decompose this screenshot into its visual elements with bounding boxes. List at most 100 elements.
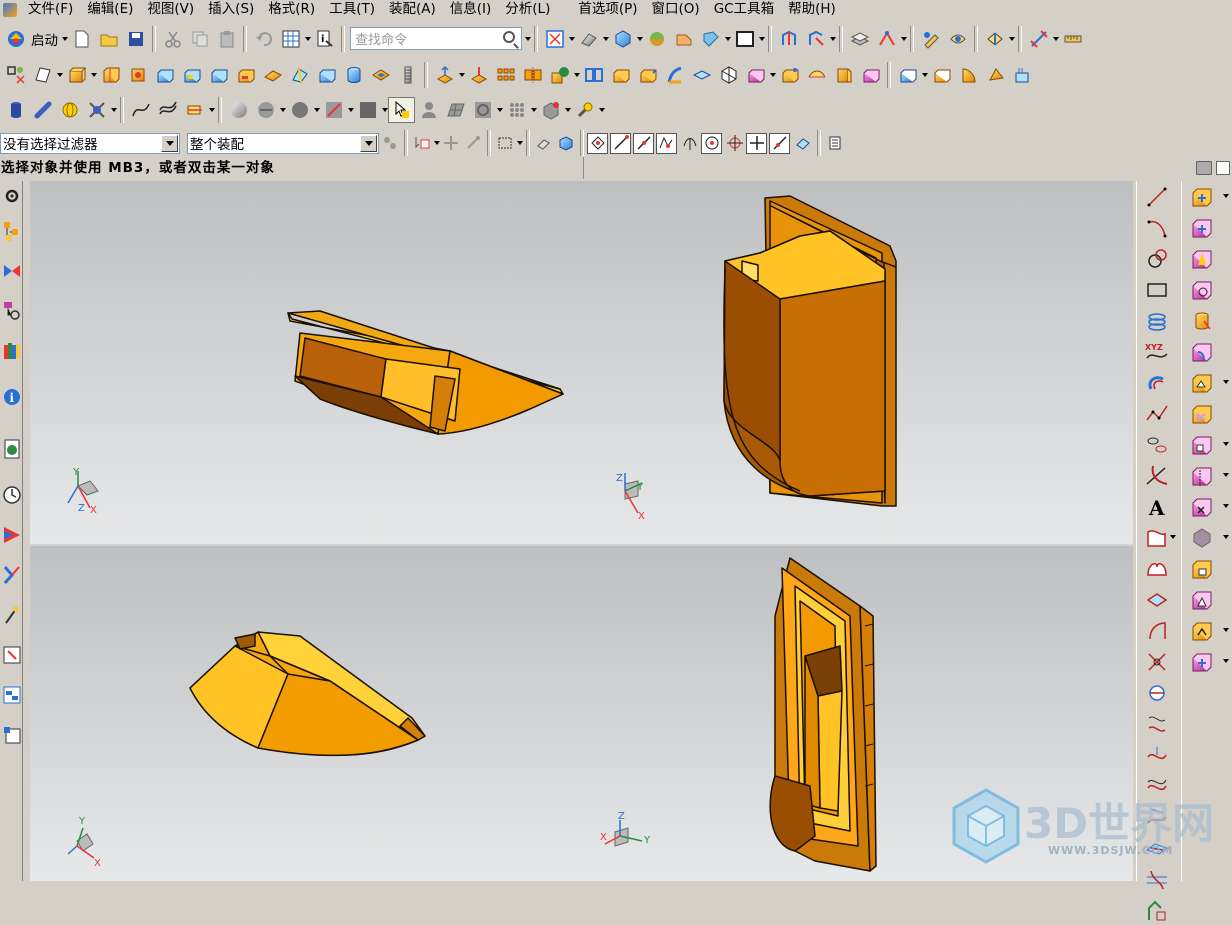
menu-format[interactable]: 格式(R) [261, 0, 322, 20]
texture-icon[interactable] [320, 97, 347, 123]
rendering-dropdown[interactable] [602, 26, 609, 52]
rectangle-select-icon[interactable] [494, 132, 516, 154]
reuse-library-icon[interactable] [0, 331, 23, 371]
shell-icon[interactable] [367, 62, 394, 88]
person-icon[interactable] [415, 97, 442, 123]
sew-icon[interactable] [688, 62, 715, 88]
snap-line-icon[interactable] [610, 132, 631, 154]
system-scenes-icon[interactable] [0, 675, 23, 715]
curve-analysis-icon[interactable] [127, 97, 154, 123]
undo-icon[interactable] [250, 26, 277, 52]
start-button[interactable]: 启动 [29, 29, 61, 49]
snap-control-icon[interactable] [656, 132, 677, 154]
general-filter-icon[interactable] [379, 132, 401, 154]
web-browser-icon[interactable] [0, 423, 23, 475]
no-entry-icon[interactable] [469, 97, 496, 123]
wcs-orient-icon[interactable] [802, 26, 829, 52]
grid-dropdown[interactable] [304, 26, 311, 52]
fit-dropdown[interactable] [568, 26, 575, 52]
menu-file[interactable]: 文件(F) [21, 0, 80, 20]
snap-endpoint-icon[interactable] [587, 132, 608, 154]
divide-curve-icon[interactable] [1137, 677, 1180, 708]
frame-dropdown[interactable] [758, 26, 765, 52]
resize-blend-icon[interactable] [955, 62, 982, 88]
patch-icon[interactable] [715, 62, 742, 88]
render-dropdown[interactable] [279, 97, 286, 123]
offset-body-icon[interactable] [1182, 553, 1232, 584]
cylinder-icon[interactable] [340, 62, 367, 88]
snap-quadrant-icon[interactable] [724, 132, 746, 154]
block-feature-icon[interactable] [1182, 181, 1232, 212]
arc-icon[interactable] [1137, 212, 1180, 243]
bounded-plane-icon[interactable] [830, 62, 857, 88]
sphere-feature-icon[interactable] [1182, 274, 1232, 305]
unite-icon[interactable] [546, 62, 573, 88]
boolean-dropdown[interactable] [573, 62, 580, 88]
mirror-feature-icon[interactable] [519, 62, 546, 88]
pattern-dropdown[interactable] [1223, 442, 1229, 446]
layer-icon[interactable] [846, 26, 873, 52]
boss-icon[interactable] [151, 62, 178, 88]
database-icon[interactable] [2, 97, 29, 123]
part-top-view[interactable] [189, 631, 426, 757]
combine-feature-icon[interactable] [1182, 646, 1232, 677]
edge-blend-feature-icon[interactable] [1182, 336, 1232, 367]
offset-face-icon[interactable] [431, 62, 458, 88]
section-analysis-icon[interactable] [181, 97, 208, 123]
menu-insert[interactable]: 插入(S) [201, 0, 261, 20]
trim-dropdown[interactable] [1223, 628, 1229, 632]
layer-settings-icon[interactable] [670, 26, 697, 52]
snap-existing-point-icon[interactable] [746, 132, 767, 154]
gray-cube-icon[interactable] [537, 97, 564, 123]
face-blend-icon[interactable] [661, 62, 688, 88]
pad-icon[interactable] [205, 62, 232, 88]
constraint-navigator-icon[interactable] [0, 251, 23, 291]
law-curve-icon[interactable]: XYZ [1137, 336, 1180, 367]
resource-bar-toggle-icon[interactable] [1196, 161, 1212, 175]
history-clock-icon[interactable] [0, 475, 23, 515]
join-curve-icon[interactable] [1137, 584, 1180, 615]
snap-on-surface-icon[interactable] [792, 132, 814, 154]
draft-body-icon[interactable] [1182, 584, 1232, 615]
rectangle-dropdown[interactable] [516, 130, 523, 156]
draft-icon[interactable] [465, 62, 492, 88]
split-body-icon[interactable] [580, 62, 607, 88]
delete-face-icon[interactable] [894, 62, 921, 88]
command-finder-icon[interactable] [277, 26, 304, 52]
scope-arrow[interactable] [360, 134, 377, 152]
hollow-feature-icon[interactable] [1182, 398, 1232, 429]
line-icon[interactable] [1137, 181, 1180, 212]
cube-dropdown[interactable] [564, 97, 571, 123]
measure-dropdown[interactable] [1052, 26, 1059, 52]
dots-dropdown[interactable] [530, 97, 537, 123]
process-studio-icon[interactable] [0, 555, 23, 595]
display-frame-icon[interactable] [731, 26, 758, 52]
viewport-top[interactable]: Y Z X Z Y X [30, 181, 1133, 544]
section-curve-icon[interactable] [1137, 863, 1180, 894]
trim-body-icon[interactable] [607, 62, 634, 88]
curve-length-icon[interactable] [1137, 739, 1180, 770]
extrude-icon[interactable] [63, 62, 90, 88]
section-dropdown[interactable] [724, 26, 731, 52]
thread-icon[interactable] [394, 62, 421, 88]
cone-feature-icon[interactable] [1182, 243, 1232, 274]
scale-dropdown[interactable] [1223, 504, 1229, 508]
background-dark-icon[interactable] [354, 97, 381, 123]
cut-icon[interactable] [159, 26, 186, 52]
circle-icon[interactable] [1137, 243, 1180, 274]
delete-dropdown[interactable] [921, 62, 928, 88]
combine-dropdown[interactable] [1223, 659, 1229, 663]
surface-analysis-icon[interactable] [154, 97, 181, 123]
open-folder-icon[interactable] [95, 26, 122, 52]
shaded-sphere-icon[interactable] [225, 97, 252, 123]
trim-curve-icon[interactable] [1137, 646, 1180, 677]
selection-tool-icon[interactable] [388, 96, 415, 123]
help-information-icon[interactable]: i [0, 371, 23, 423]
start-dropdown[interactable] [61, 26, 68, 52]
texture-dropdown[interactable] [347, 97, 354, 123]
part-side-view[interactable] [287, 310, 564, 435]
menu-preferences[interactable]: 首选项(P) [571, 0, 644, 20]
mechanism-icon[interactable] [83, 97, 110, 123]
orient-view-icon[interactable] [609, 26, 636, 52]
snap-intersection-icon[interactable] [679, 132, 701, 154]
